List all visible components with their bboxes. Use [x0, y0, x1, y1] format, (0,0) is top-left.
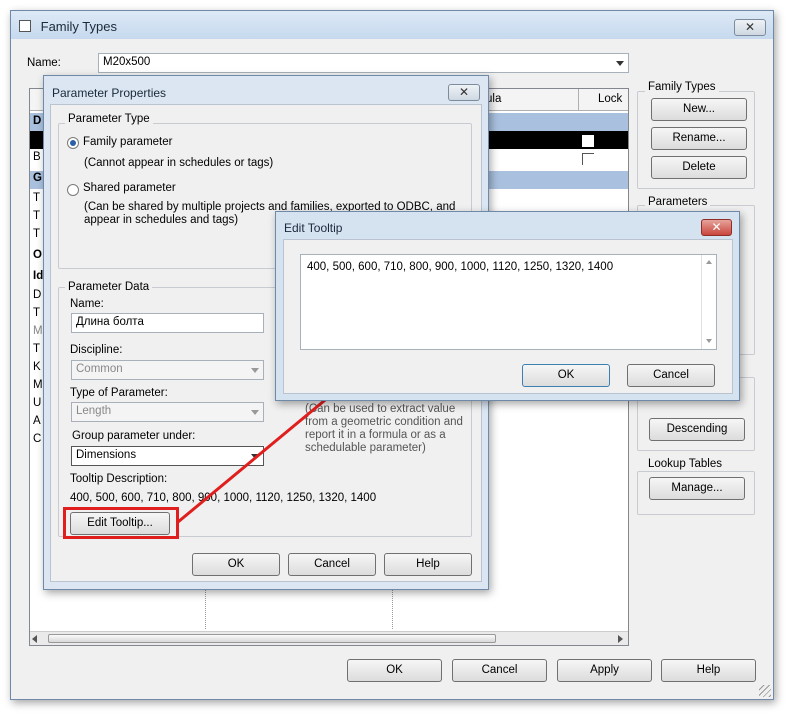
type-of-parameter-label: Type of Parameter: — [70, 387, 168, 399]
row-prefix: T — [33, 307, 41, 319]
scroll-right-arrow-icon[interactable] — [618, 635, 623, 643]
row-prefix: T — [33, 192, 41, 204]
scroll-down-arrow-icon[interactable] — [706, 339, 712, 343]
header-lock[interactable]: Lock — [598, 93, 622, 105]
row-prefix: Id — [33, 270, 44, 282]
pp-cancel-button[interactable]: Cancel — [288, 553, 376, 576]
scroll-thumb[interactable] — [48, 634, 496, 643]
family-types-titlebar: Family Types — [11, 11, 773, 39]
rename-type-button[interactable]: Rename... — [651, 127, 747, 150]
new-type-button[interactable]: New... — [651, 98, 747, 121]
edit-tooltip-close-button[interactable]: ✕ — [701, 219, 732, 236]
shared-parameter-radio[interactable] — [67, 184, 79, 196]
reporting-note-line2: from a geometric condition and — [305, 416, 463, 428]
row-prefix: O — [33, 249, 42, 261]
et-cancel-button[interactable]: Cancel — [627, 364, 715, 387]
shared-parameter-label[interactable]: Shared parameter — [83, 182, 176, 194]
row-prefix: T — [33, 210, 41, 222]
parameter-data-label: Parameter Data — [65, 281, 153, 293]
header-divider — [578, 89, 579, 111]
row-prefix: M — [33, 325, 43, 337]
family-parameter-note: (Cannot appear in schedules or tags) — [84, 157, 274, 169]
reporting-note-line1: (Can be used to extract value — [305, 403, 456, 415]
et-ok-button[interactable]: OK — [522, 364, 610, 387]
row-prefix: M — [33, 379, 43, 391]
family-parameter-radio[interactable] — [67, 137, 79, 149]
discipline-select[interactable]: Common — [71, 360, 264, 380]
row-prefix: B — [33, 151, 41, 163]
name-label: Name: — [27, 57, 61, 69]
apply-button[interactable]: Apply — [557, 659, 652, 682]
edit-tooltip-button[interactable]: Edit Tooltip... — [70, 512, 170, 535]
help-button[interactable]: Help — [661, 659, 756, 682]
scroll-up-arrow-icon[interactable] — [706, 260, 712, 264]
close-icon: ✕ — [711, 220, 722, 234]
lookup-tables-group-label: Lookup Tables — [645, 458, 725, 470]
row-prefix: T — [33, 343, 41, 355]
family-types-group-label: Family Types — [645, 81, 719, 93]
textarea-scrollbar[interactable] — [701, 255, 716, 349]
group-under-select[interactable]: Dimensions — [71, 446, 264, 466]
row-prefix: C — [33, 433, 42, 445]
pp-ok-button[interactable]: OK — [192, 553, 280, 576]
lock-checkbox[interactable] — [582, 153, 594, 165]
horizontal-scrollbar[interactable] — [30, 631, 628, 645]
tooltip-textarea[interactable]: 400, 500, 600, 710, 800, 900, 1000, 1120… — [300, 254, 717, 350]
descending-button[interactable]: Descending — [649, 418, 745, 441]
app-icon — [19, 20, 31, 32]
ok-button[interactable]: OK — [347, 659, 442, 682]
shared-parameter-note-line2: appear in schedules and tags) — [84, 214, 239, 226]
reporting-note-line3: report it in a formula or as a — [305, 429, 446, 441]
parameter-properties-title: Parameter Properties — [52, 86, 167, 100]
delete-type-button[interactable]: Delete — [651, 156, 747, 179]
edit-tooltip-dialog: Edit Tooltip ✕ 400, 500, 600, 710, 800, … — [275, 211, 740, 401]
scroll-left-arrow-icon[interactable] — [32, 635, 37, 643]
param-name-input[interactable]: Длина болта — [71, 313, 264, 333]
type-of-parameter-select[interactable]: Length — [71, 402, 264, 422]
row-prefix: K — [33, 361, 41, 373]
family-types-title: Family Types — [40, 19, 117, 34]
discipline-label: Discipline: — [70, 344, 123, 356]
row-prefix: D — [33, 289, 42, 301]
parameters-group-label: Parameters — [645, 196, 711, 208]
chevron-down-icon — [251, 368, 259, 373]
row-prefix: A — [33, 415, 41, 427]
tooltip-text: 400, 500, 600, 710, 800, 900, 1000, 1120… — [307, 261, 614, 273]
edit-tooltip-body: 400, 500, 600, 710, 800, 900, 1000, 1120… — [283, 239, 733, 394]
tooltip-description-label: Tooltip Description: — [70, 473, 168, 485]
family-parameter-label[interactable]: Family parameter — [83, 136, 172, 148]
edit-tooltip-titlebar: Edit Tooltip — [276, 212, 739, 238]
row-prefix: T — [33, 228, 41, 240]
resize-grip-icon[interactable] — [759, 685, 771, 697]
close-icon: ✕ — [458, 85, 470, 99]
close-icon: ✕ — [744, 20, 756, 34]
edit-tooltip-title: Edit Tooltip — [284, 221, 343, 235]
row-prefix: D — [33, 115, 42, 127]
row-prefix: Д — [33, 133, 41, 145]
chevron-down-icon — [616, 61, 624, 66]
parameter-properties-close-button[interactable]: ✕ — [448, 84, 480, 101]
parameter-type-label: Parameter Type — [65, 113, 153, 125]
family-types-close-button[interactable]: ✕ — [734, 19, 766, 36]
group-under-label: Group parameter under: — [72, 430, 196, 442]
chevron-down-icon — [251, 454, 259, 459]
lock-checkbox[interactable] — [582, 135, 594, 147]
pp-help-button[interactable]: Help — [384, 553, 472, 576]
row-prefix: U — [33, 397, 42, 409]
reporting-note-line4: schedulable parameter) — [305, 442, 426, 454]
cancel-button[interactable]: Cancel — [452, 659, 547, 682]
chevron-down-icon — [251, 410, 259, 415]
param-name-label: Name: — [70, 298, 104, 310]
row-prefix: G — [33, 172, 42, 184]
type-name-value: M20x500 — [103, 56, 151, 68]
manage-lookup-button[interactable]: Manage... — [649, 477, 745, 500]
type-name-select[interactable]: M20x500 — [98, 53, 629, 73]
parameter-properties-titlebar: Parameter Properties — [44, 76, 488, 102]
tooltip-description-value: 400, 500, 600, 710, 800, 900, 1000, 1120… — [70, 492, 377, 504]
